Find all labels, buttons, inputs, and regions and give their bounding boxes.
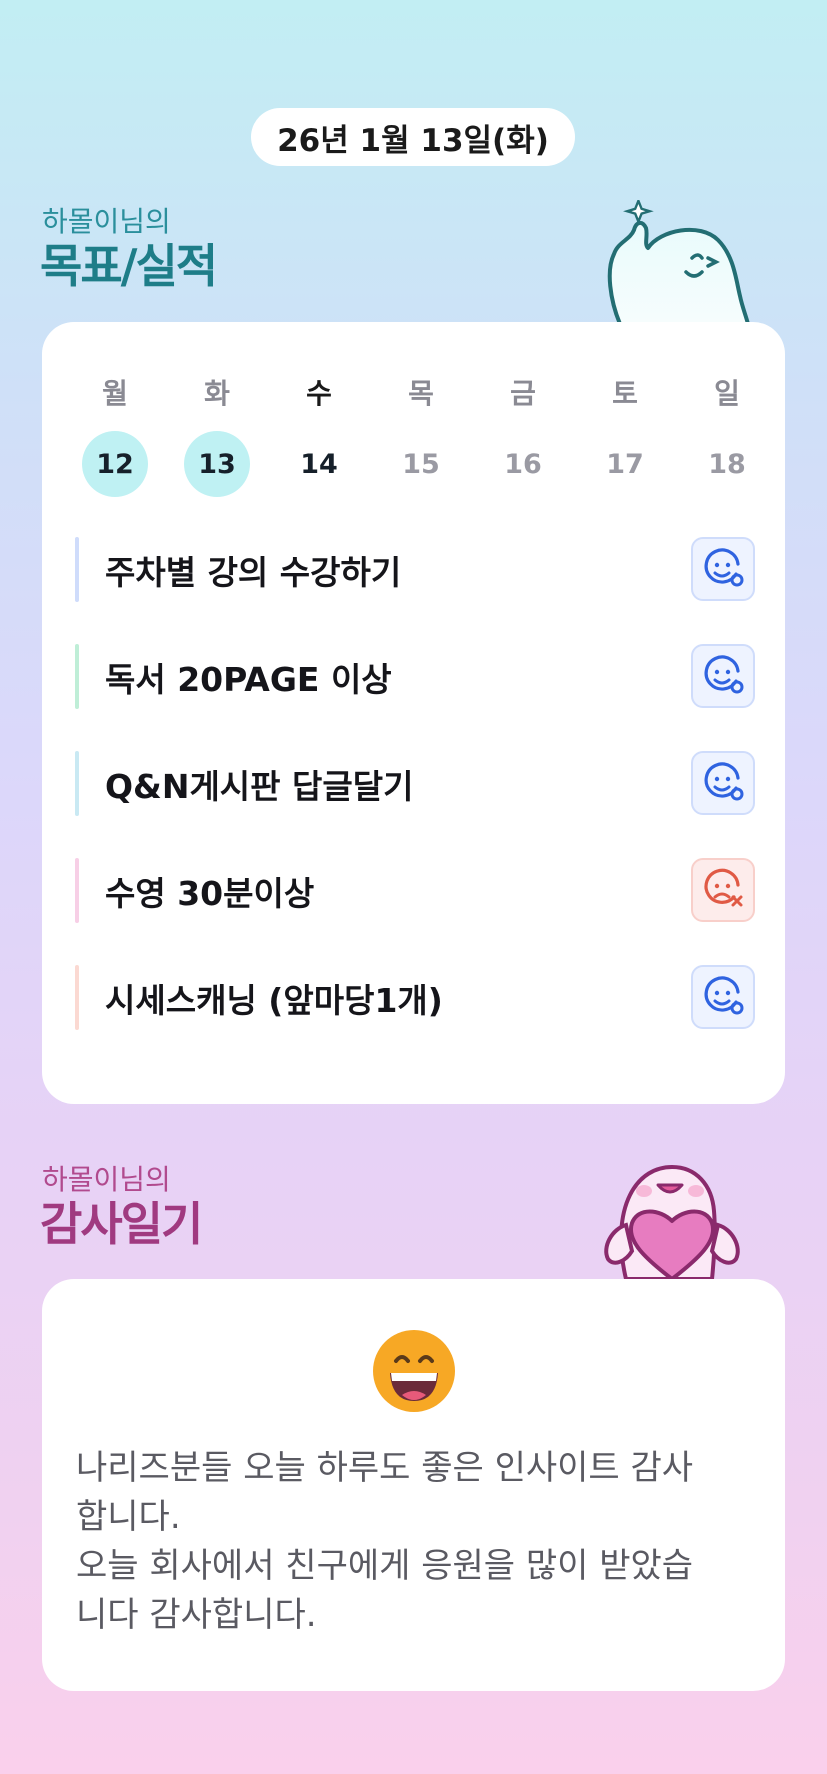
day-name: 토 (612, 377, 638, 410)
goal-accent-bar (75, 858, 79, 923)
day-number: 18 (708, 448, 746, 480)
goal-accent-bar (75, 644, 79, 709)
calendar-day-wed[interactable]: 수 14 (268, 372, 370, 497)
date-pill[interactable]: 26년 1월 13일(화) (251, 108, 575, 166)
goal-text: 주차별 강의 수강하기 (105, 552, 402, 592)
goal-item[interactable]: 시세스캐닝 (앞마당1개) (75, 965, 755, 1030)
goal-section-title: 목표/실적 (40, 239, 218, 293)
day-number: 14 (300, 448, 338, 480)
gratitude-card: 나리즈분들 오늘 하루도 좋은 인사이트 감사 합니다. 오늘 회사에서 친구에… (42, 1279, 785, 1691)
goal-status-button[interactable] (691, 858, 755, 922)
day-number: 16 (504, 448, 542, 480)
day-number: 15 (402, 448, 440, 480)
diary-line: 합니다. (76, 1497, 181, 1537)
diary-line: 나리즈분들 오늘 하루도 좋은 인사이트 감사 (76, 1448, 694, 1488)
day-name: 목 (408, 377, 434, 410)
goal-text: 수영 30분이상 (105, 873, 315, 913)
goal-item[interactable]: 독서 20PAGE 이상 (75, 644, 755, 709)
day-name: 일 (714, 377, 740, 410)
gratitude-diary-text: 나리즈분들 오늘 하루도 좋은 인사이트 감사 합니다. 오늘 회사에서 친구에… (76, 1444, 756, 1640)
diary-line: 니다 감사합니다. (76, 1595, 317, 1635)
calendar-day-sun[interactable]: 일 18 (676, 372, 778, 497)
goal-text: 독서 20PAGE 이상 (105, 659, 392, 699)
happy-face-icon (704, 762, 744, 801)
day-name: 화 (204, 377, 230, 410)
waving-mascot-illustration (607, 200, 750, 324)
day-name: 금 (510, 377, 536, 410)
goal-accent-bar (75, 537, 79, 602)
goal-text: Q&N게시판 답글달기 (105, 766, 414, 806)
goal-list: 주차별 강의 수강하기 독서 20PAGE 이상 Q&N게시판 답글달기 수영 … (75, 537, 755, 1072)
day-name: 월 (102, 377, 128, 410)
heart-mascot-illustration (604, 1165, 740, 1279)
goal-accent-bar (75, 751, 79, 816)
day-name: 수 (306, 377, 332, 410)
goal-item[interactable]: 주차별 강의 수강하기 (75, 537, 755, 602)
day-number: 13 (184, 431, 250, 497)
calendar-day-fri[interactable]: 금 16 (472, 372, 574, 497)
grinning-face-icon (373, 1330, 455, 1412)
calendar-day-mon[interactable]: 월 12 (64, 372, 166, 497)
goal-text: 시세스캐닝 (앞마당1개) (105, 980, 443, 1020)
goal-status-button[interactable] (691, 537, 755, 601)
goal-accent-bar (75, 965, 79, 1030)
happy-face-icon (704, 655, 744, 694)
day-number: 17 (606, 448, 644, 480)
goal-status-button[interactable] (691, 644, 755, 708)
calendar-day-tue[interactable]: 화 13 (166, 372, 268, 497)
goal-status-button[interactable] (691, 965, 755, 1029)
goal-card: 월 12 화 13 수 14 목 15 금 16 토 17 일 18 주차별 강… (42, 322, 785, 1104)
goal-item[interactable]: Q&N게시판 답글달기 (75, 751, 755, 816)
goal-status-button[interactable] (691, 751, 755, 815)
day-number: 12 (82, 431, 148, 497)
goal-item[interactable]: 수영 30분이상 (75, 858, 755, 923)
sad-face-icon (704, 868, 743, 907)
happy-face-icon (704, 976, 744, 1015)
calendar-day-sat[interactable]: 토 17 (574, 372, 676, 497)
calendar-day-thu[interactable]: 목 15 (370, 372, 472, 497)
week-calendar: 월 12 화 13 수 14 목 15 금 16 토 17 일 18 (64, 372, 779, 497)
happy-face-icon (704, 548, 744, 587)
diary-line: 오늘 회사에서 친구에게 응원을 많이 받았습 (76, 1546, 694, 1586)
gratitude-section-title: 감사일기 (40, 1197, 203, 1251)
